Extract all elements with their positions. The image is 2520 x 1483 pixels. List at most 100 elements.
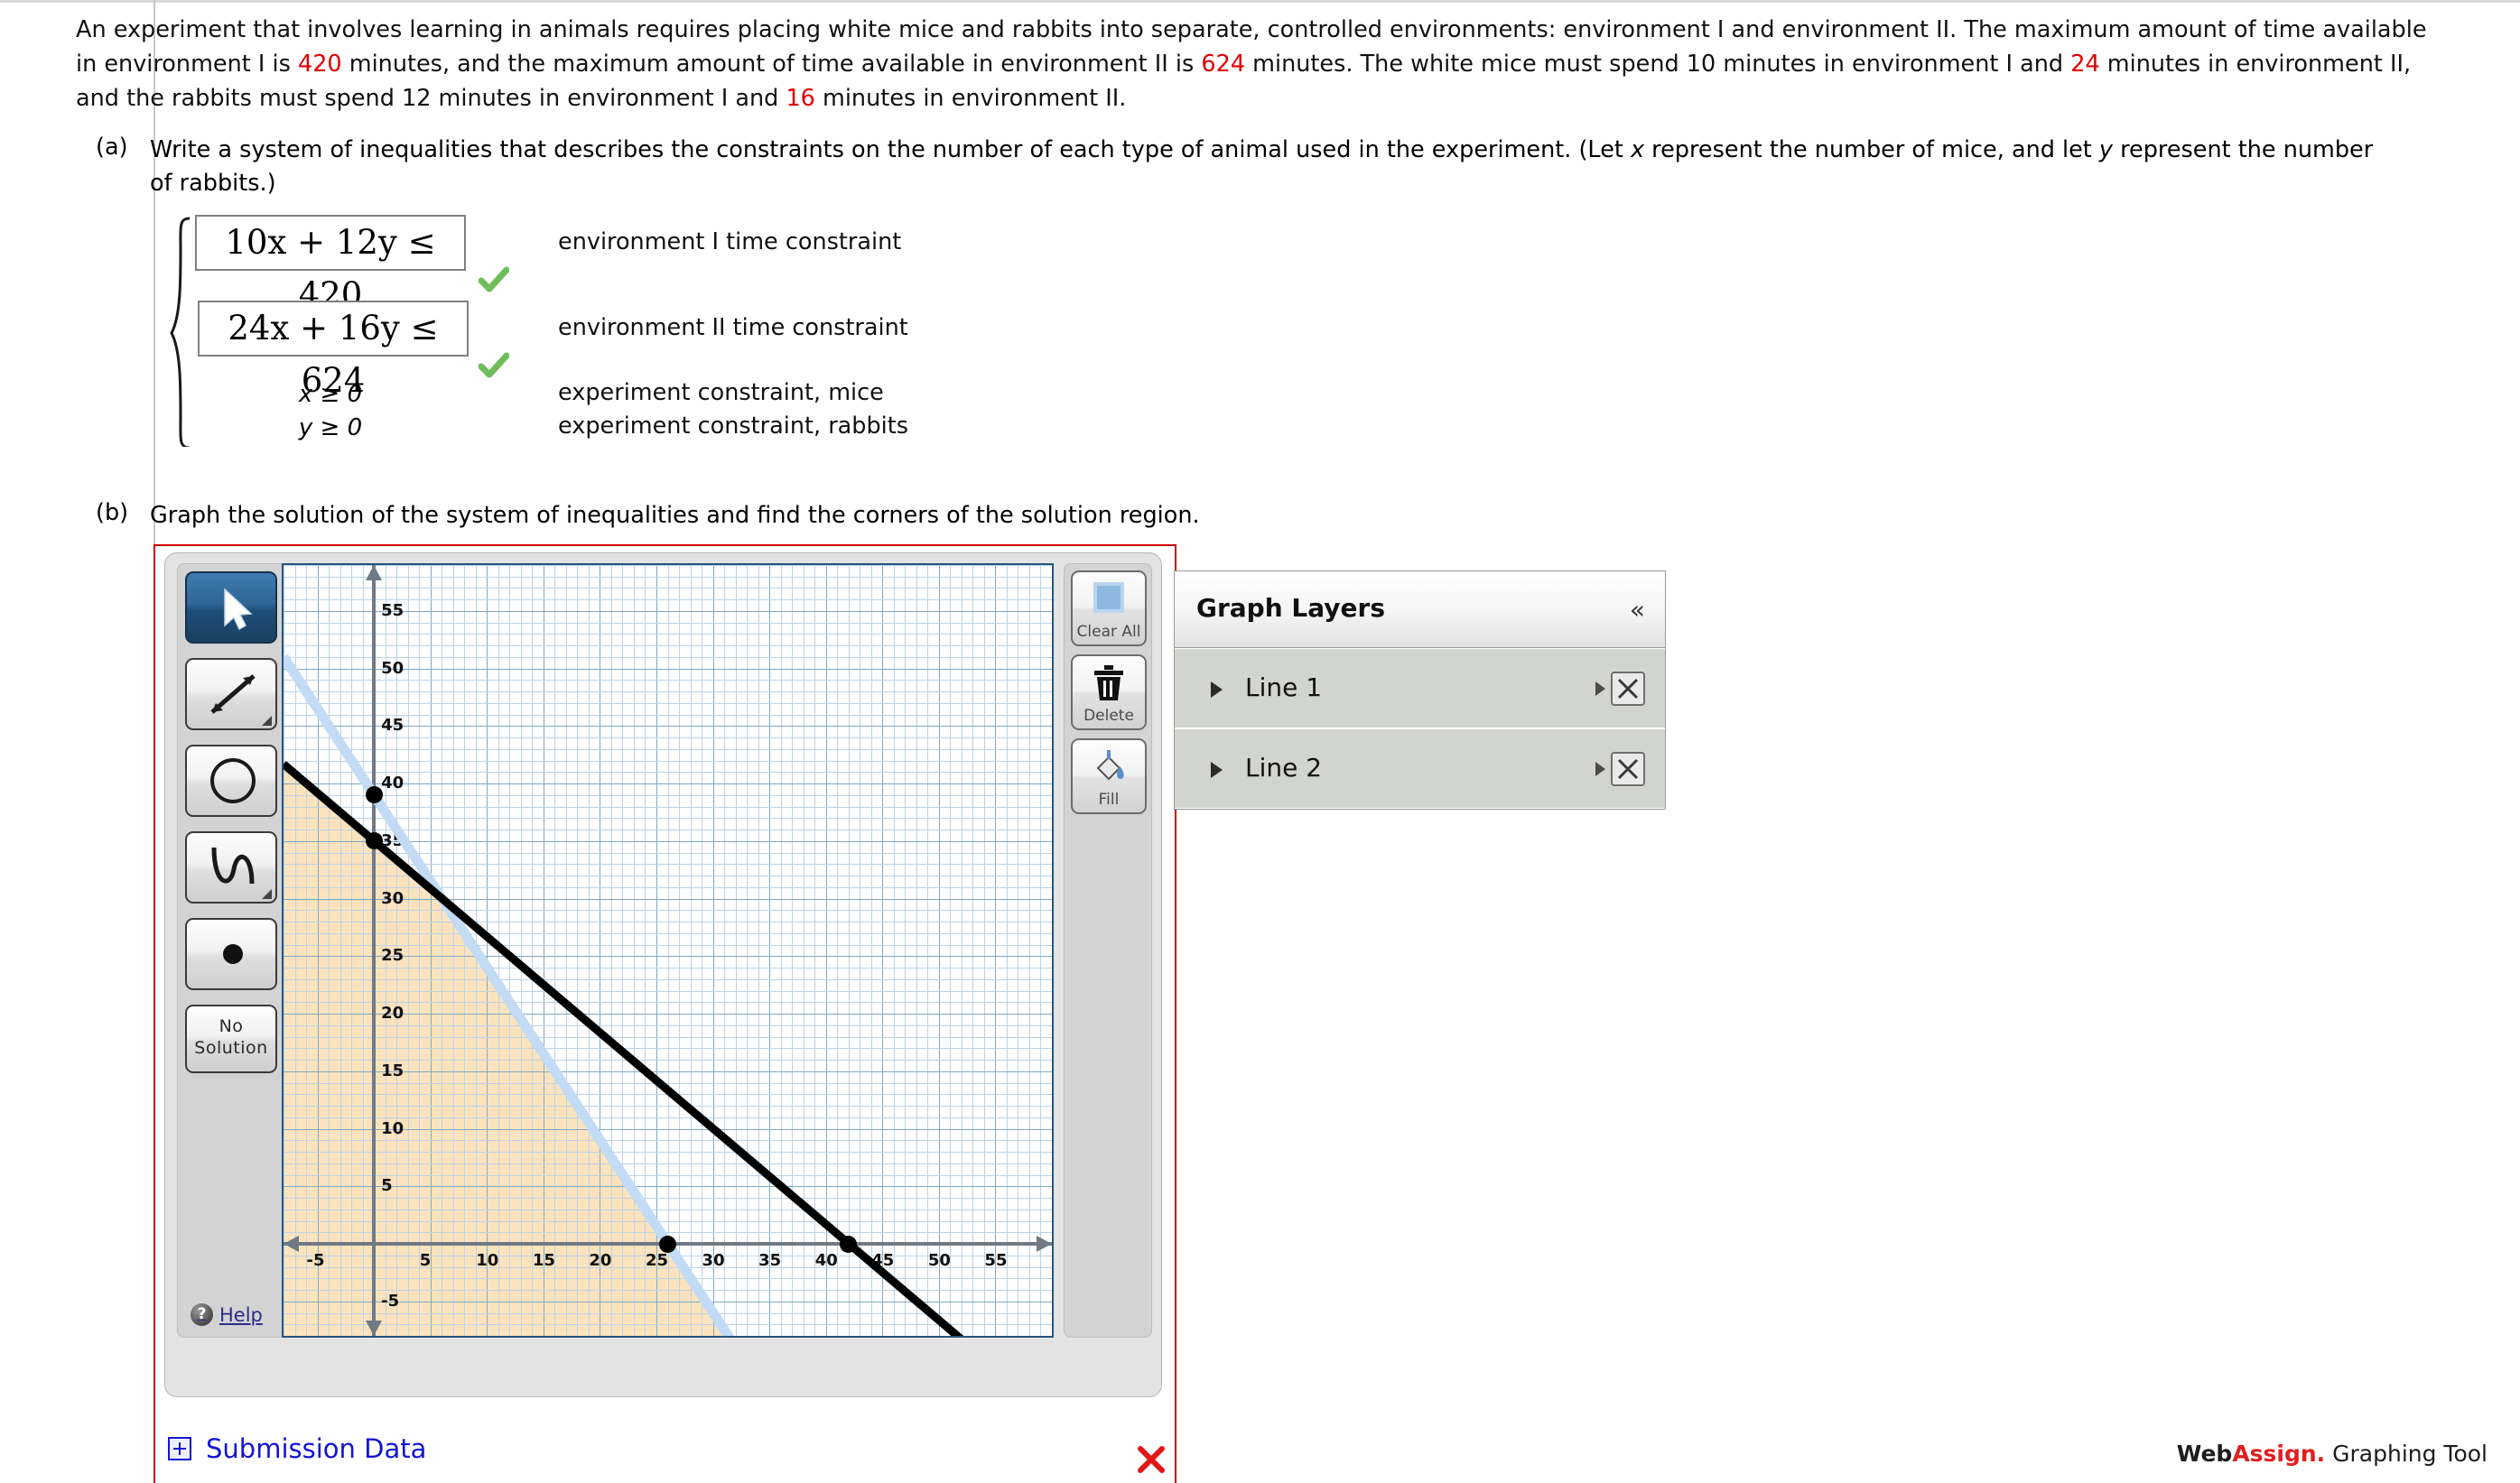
correct-checkmark-icon xyxy=(478,264,510,295)
left-brace xyxy=(168,217,193,447)
layer-row-line2[interactable]: Line 2 xyxy=(1175,729,1665,809)
grid-line-horizontal xyxy=(284,852,1052,854)
incorrect-x-icon xyxy=(1136,1444,1167,1475)
grid-line-horizontal xyxy=(284,691,1052,693)
brand-web: Web xyxy=(2176,1441,2233,1467)
plot-point-marker[interactable] xyxy=(659,1235,676,1253)
statement-value: 16 xyxy=(786,85,815,112)
grid-line-horizontal xyxy=(284,622,1052,624)
tool-expand-corner[interactable] xyxy=(262,889,272,899)
constraint-label-rabbits: experiment constraint, rabbits xyxy=(558,412,909,440)
variable-y: y xyxy=(2098,136,2113,163)
equation-input-1[interactable]: 10x + 12y ≤ 420 xyxy=(195,215,466,314)
select-arrow-tool[interactable] xyxy=(185,571,277,644)
help-link[interactable]: ? Help xyxy=(191,1303,263,1326)
inequality-x-nonneg: x ≥ 0 xyxy=(298,381,363,408)
grid-line-horizontal xyxy=(284,818,1052,820)
y-tick-label: 50 xyxy=(381,658,405,678)
grid-line-horizontal xyxy=(284,1278,1052,1280)
grid-line-horizontal xyxy=(284,910,1052,912)
y-tick-label: 40 xyxy=(381,774,405,793)
grid-line-horizontal xyxy=(284,737,1052,739)
parabola-tool[interactable] xyxy=(185,831,277,904)
x-tick-label: 50 xyxy=(927,1251,951,1271)
paint-bucket-icon xyxy=(1073,746,1145,793)
help-label: Help xyxy=(219,1303,263,1326)
variable-x: x xyxy=(1630,136,1645,163)
expand-plus-icon[interactable] xyxy=(168,1437,191,1460)
remove-layer-button[interactable] xyxy=(1611,672,1645,706)
x-tick-label: 40 xyxy=(814,1251,838,1271)
grid-line-horizontal xyxy=(284,1336,1052,1337)
graph-layers-panel: Graph Layers « Line 1 Line 2 xyxy=(1174,570,1666,810)
collapse-panel-button[interactable]: « xyxy=(1630,595,1645,625)
delete-button[interactable]: Delete xyxy=(1071,654,1147,730)
top-divider xyxy=(0,0,2520,3)
grid-line-horizontal xyxy=(284,978,1052,980)
grid-line-horizontal xyxy=(284,565,1052,566)
x-tick-label: 5 xyxy=(419,1251,432,1271)
grid-line-horizontal xyxy=(284,1324,1052,1326)
trash-icon xyxy=(1073,663,1145,709)
line-tool[interactable] xyxy=(185,658,277,730)
plot-point-marker[interactable] xyxy=(365,832,383,850)
y-tick-label: 10 xyxy=(381,1118,405,1138)
y-tick-label: -5 xyxy=(381,1291,400,1311)
plot-point-marker[interactable] xyxy=(365,786,383,804)
circle-tool[interactable] xyxy=(185,745,277,817)
graph-left-toolbar: No Solution ? Help xyxy=(177,563,285,1338)
no-solution-tool[interactable]: No Solution xyxy=(185,1005,277,1073)
grid-line-horizontal xyxy=(284,576,1052,578)
submission-data-toggle[interactable]: Submission Data xyxy=(168,1433,426,1464)
layer-label: Line 2 xyxy=(1245,753,1323,783)
fill-button[interactable]: Fill xyxy=(1071,738,1147,814)
y-tick-label: 30 xyxy=(381,888,405,908)
grid-line-vertical xyxy=(1052,565,1053,1336)
tool-expand-corner[interactable] xyxy=(262,716,272,726)
grid-line-horizontal xyxy=(284,1232,1052,1234)
chevron-right-icon[interactable] xyxy=(1595,681,1605,696)
part-a-text: Write a system of inequalities that desc… xyxy=(150,134,2461,200)
grid-line-horizontal xyxy=(284,806,1052,808)
grid-line-horizontal xyxy=(284,1048,1052,1050)
y-tick-label: 45 xyxy=(381,716,405,736)
grid-line-horizontal xyxy=(284,1174,1052,1176)
constraint-label-mice: experiment constraint, mice xyxy=(558,379,884,406)
grid-line-horizontal xyxy=(284,588,1052,589)
layer-row-line1[interactable]: Line 1 xyxy=(1175,649,1665,728)
remove-layer-button[interactable] xyxy=(1611,752,1645,786)
x-tick-label: 25 xyxy=(645,1251,669,1271)
x-axis-arrow-left xyxy=(284,1236,299,1253)
grid-line-horizontal xyxy=(284,1163,1052,1164)
square-icon xyxy=(1073,579,1145,622)
part-a-text-1: Write a system of inequalities that desc… xyxy=(150,136,1631,163)
grid-line-horizontal xyxy=(284,645,1052,647)
statement-value: 624 xyxy=(1201,51,1246,78)
grid-line-horizontal xyxy=(284,794,1052,796)
equation-input-2[interactable]: 24x + 16y ≤ 624 xyxy=(198,301,469,400)
chevron-right-icon[interactable] xyxy=(1595,762,1605,776)
statement-value: 24 xyxy=(2070,51,2100,78)
fill-label: Fill xyxy=(1098,791,1120,809)
point-tool[interactable] xyxy=(185,918,277,990)
problem-statement: An experiment that involves learning in … xyxy=(76,13,2441,116)
correct-checkmark-icon xyxy=(478,350,510,381)
y-tick-label: 25 xyxy=(381,946,405,966)
grid-line-horizontal xyxy=(284,1152,1052,1154)
graph-canvas[interactable]: -5 5 10 15 20 25 30 35 40 45 50 55 -5 5 10 15 20 25 30 35 40… xyxy=(282,563,1054,1338)
grid-line-horizontal xyxy=(284,1220,1052,1222)
x-tick-label: 20 xyxy=(589,1251,612,1271)
y-tick-label: 20 xyxy=(381,1004,405,1024)
system-of-inequalities: 10x + 12y ≤ 420 24x + 16y ≤ 624 x ≥ 0 y … xyxy=(168,215,1161,454)
y-tick-label: 5 xyxy=(381,1176,393,1196)
statement-value: 420 xyxy=(297,51,342,78)
x-tick-label: 10 xyxy=(476,1251,499,1271)
statement-text: minutes. The white mice must spend 10 mi… xyxy=(1245,51,2071,78)
plot-point-marker[interactable] xyxy=(840,1235,858,1253)
x-tick-label: -5 xyxy=(306,1251,325,1271)
expand-triangle-icon[interactable] xyxy=(1211,762,1223,778)
brand-assign: Assign. xyxy=(2232,1441,2326,1467)
clear-all-button[interactable]: Clear All xyxy=(1071,570,1147,646)
expand-triangle-icon[interactable] xyxy=(1211,681,1223,698)
grid-line-horizontal xyxy=(284,748,1052,750)
